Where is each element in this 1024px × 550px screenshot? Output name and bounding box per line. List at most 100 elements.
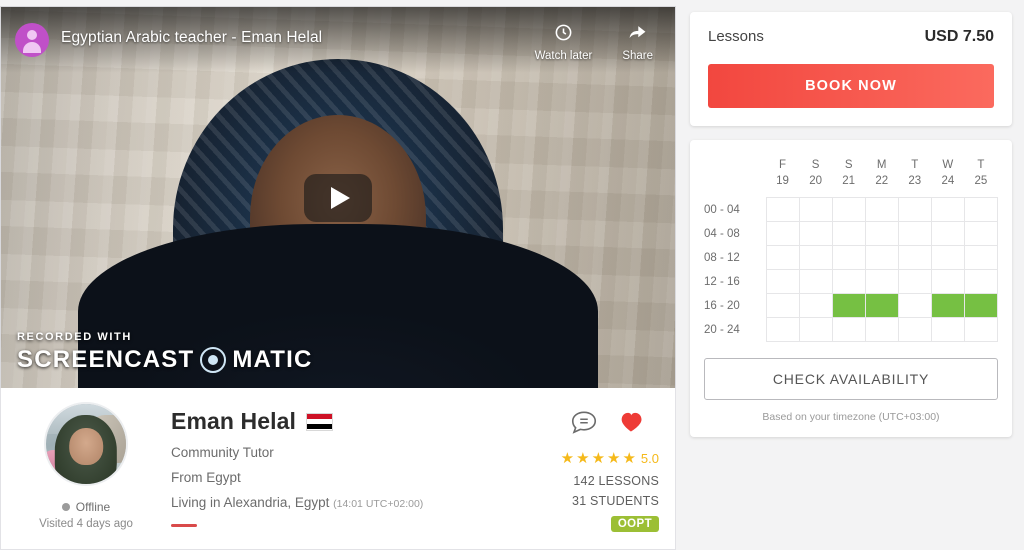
status-dot-icon — [61, 503, 70, 511]
availability-cell-free[interactable] — [963, 293, 999, 319]
day-of-week: M — [876, 159, 887, 171]
booking-card: Lessons USD 7.50 BOOK NOW — [690, 12, 1012, 126]
availability-card: F 19 S 20 S 21 M 22 T 23 W 24 T 25 00 - 04 04 - 08 08 -… — [690, 140, 1012, 438]
rating-row: ★ ★ ★ ★ ★ 5.0 — [561, 451, 659, 466]
availability-row: 04 - 08 — [704, 221, 999, 247]
availability-cell-empty[interactable] — [930, 221, 965, 247]
star-icon: ★ — [576, 450, 590, 467]
message-icon[interactable] — [569, 406, 599, 441]
favorite-heart-icon[interactable] — [617, 407, 645, 440]
tutor-location-text: Living in Alexandria, Egypt — [171, 495, 330, 510]
lessons-label: Lessons — [708, 28, 764, 45]
availability-cell-empty[interactable] — [831, 245, 866, 271]
tutor-local-time: (14:01 UTC+02:00) — [333, 498, 424, 510]
status-badge: Offline — [61, 500, 110, 514]
availability-cell-empty[interactable] — [897, 269, 932, 295]
availability-cell-empty[interactable] — [864, 197, 899, 223]
tutor-location: Living in Alexandria, Egypt (14:01 UTC+0… — [171, 495, 525, 510]
share-button[interactable]: Share — [622, 23, 653, 62]
availability-cell-empty[interactable] — [798, 269, 833, 295]
availability-slot-label: 12 - 16 — [704, 275, 740, 288]
availability-corner-cell — [704, 158, 766, 198]
watch-later-button[interactable]: Watch later — [535, 23, 592, 62]
lessons-count: 142 LESSONS — [573, 474, 659, 488]
availability-cell-empty[interactable] — [864, 221, 899, 247]
avatar[interactable] — [44, 402, 128, 486]
tutor-info: Eman Helal Community Tutor From Egypt Li… — [147, 402, 525, 549]
star-icon: ★ — [622, 450, 636, 467]
availability-cell-empty[interactable] — [930, 269, 965, 295]
availability-cell-empty[interactable] — [930, 197, 965, 223]
availability-cell-empty[interactable] — [963, 269, 999, 295]
availability-cell-empty[interactable] — [798, 317, 833, 343]
availability-cell-empty[interactable] — [897, 317, 932, 343]
day-number: 22 — [875, 174, 889, 187]
availability-cell-empty[interactable] — [831, 197, 866, 223]
availability-day-header: F 19 — [766, 158, 799, 198]
availability-cell-empty[interactable] — [897, 293, 932, 319]
availability-cell-free[interactable] — [864, 293, 899, 319]
lesson-price: USD 7.50 — [924, 28, 994, 45]
left-column: Egyptian Arabic teacher - Eman Helal Wat… — [0, 6, 676, 550]
last-visited-label: Visited 4 days ago — [39, 518, 133, 530]
availability-cell-empty[interactable] — [831, 269, 866, 295]
availability-cell-empty[interactable] — [765, 221, 800, 247]
day-of-week: F — [779, 159, 787, 171]
tutor-origin: From Egypt — [171, 470, 241, 485]
availability-cell-empty[interactable] — [765, 245, 800, 271]
page-root: Egyptian Arabic teacher - Eman Helal Wat… — [0, 0, 1024, 550]
availability-cell-empty[interactable] — [930, 245, 965, 271]
check-availability-button[interactable]: CHECK AVAILABILITY — [704, 358, 998, 401]
availability-cell-empty[interactable] — [897, 221, 932, 247]
day-of-week: S — [844, 159, 853, 171]
watermark-brand: SCREENCAST MATIC — [17, 346, 313, 374]
availability-cell-empty[interactable] — [765, 317, 800, 343]
availability-cell-empty[interactable] — [864, 245, 899, 271]
availability-day-header: M 22 — [865, 158, 898, 198]
availability-cell-empty[interactable] — [765, 269, 800, 295]
availability-cell-empty[interactable] — [864, 269, 899, 295]
availability-row: 16 - 20 — [704, 293, 999, 319]
availability-cell-empty[interactable] — [765, 197, 800, 223]
day-of-week: T — [911, 159, 919, 171]
availability-day-header: S 21 — [832, 158, 865, 198]
play-button[interactable] — [304, 173, 372, 222]
availability-cell-empty[interactable] — [798, 245, 833, 271]
availability-row: 08 - 12 — [704, 245, 999, 271]
availability-cell-empty[interactable] — [831, 317, 866, 343]
share-icon — [628, 23, 647, 50]
availability-cell-empty[interactable] — [765, 293, 800, 319]
availability-cell-free[interactable] — [831, 293, 866, 319]
tutor-stats: ★ ★ ★ ★ ★ 5.0 142 LESSONS 31 STUDENTS OO… — [525, 402, 675, 549]
day-number: 24 — [941, 174, 955, 187]
availability-cell-empty[interactable] — [963, 317, 999, 343]
availability-cell-empty[interactable] — [897, 197, 932, 223]
video-player[interactable]: Egyptian Arabic teacher - Eman Helal Wat… — [0, 6, 676, 388]
divider-rule — [171, 524, 197, 527]
availability-row: 00 - 04 — [704, 197, 999, 223]
availability-slot-label: 00 - 04 — [704, 203, 740, 216]
book-now-button[interactable]: BOOK NOW — [708, 64, 994, 108]
oopt-badge: OOPT — [610, 516, 659, 532]
avatar-face — [69, 428, 103, 465]
lesson-price-row: Lessons USD 7.50 — [708, 28, 994, 46]
availability-cell-free[interactable] — [930, 293, 965, 319]
availability-cell-empty[interactable] — [963, 197, 999, 223]
availability-cell-empty[interactable] — [798, 221, 833, 247]
availability-row: 20 - 24 — [704, 317, 999, 343]
availability-cell-empty[interactable] — [963, 245, 999, 271]
availability-cell-empty[interactable] — [864, 317, 899, 343]
video-title[interactable]: Egyptian Arabic teacher - Eman Helal — [61, 29, 322, 47]
timezone-note: Based on your timezone (UTC+03:00) — [762, 411, 940, 424]
availability-cell-empty[interactable] — [963, 221, 999, 247]
availability-cell-empty[interactable] — [798, 197, 833, 223]
availability-cell-empty[interactable] — [831, 221, 866, 247]
star-icon: ★ — [607, 450, 621, 467]
day-of-week: T — [977, 159, 985, 171]
availability-cell-empty[interactable] — [798, 293, 833, 319]
availability-cell-empty[interactable] — [897, 245, 932, 271]
channel-avatar-icon[interactable] — [15, 23, 49, 57]
availability-cell-empty[interactable] — [930, 317, 965, 343]
availability-day-header: T 23 — [898, 158, 931, 198]
availability-row: 12 - 16 — [704, 269, 999, 295]
